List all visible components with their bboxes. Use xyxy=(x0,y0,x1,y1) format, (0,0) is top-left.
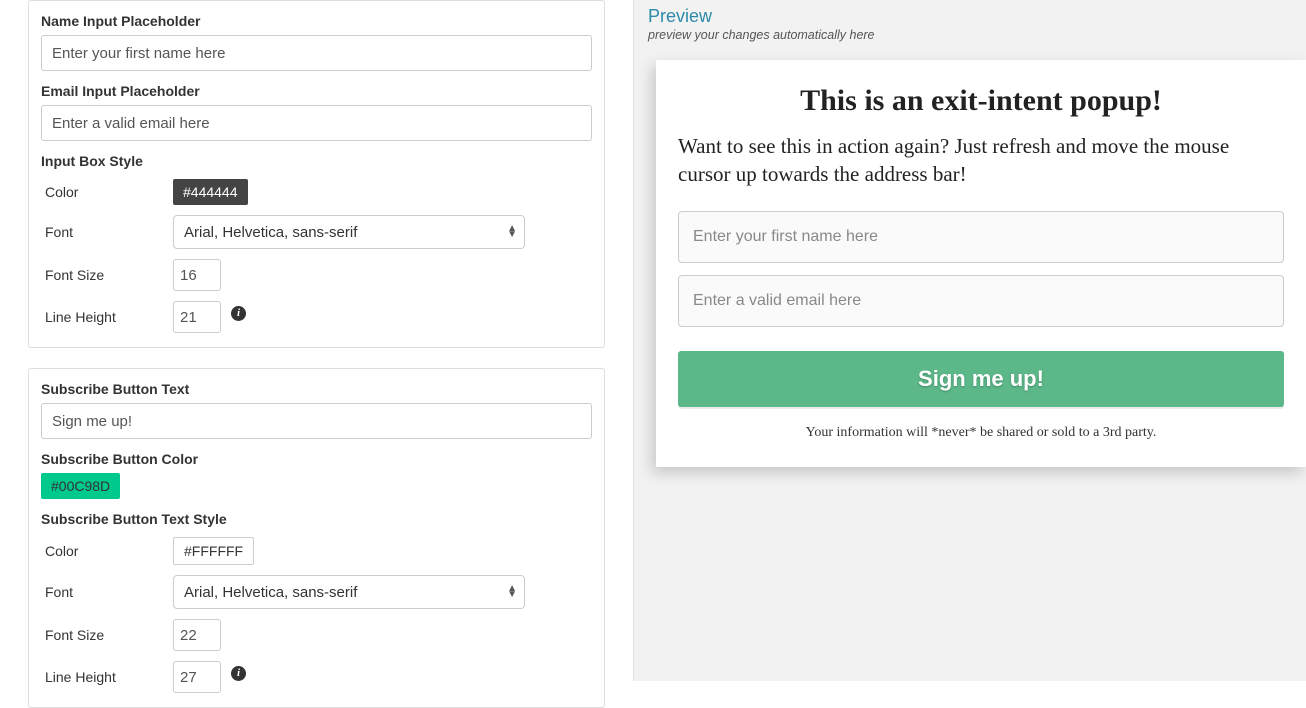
preview-column: Preview preview your changes automatical… xyxy=(633,0,1306,681)
subscribe-text-input[interactable] xyxy=(41,403,592,439)
input-font-size-label: Font Size xyxy=(41,267,173,283)
popup-name-input[interactable] xyxy=(678,211,1284,263)
info-icon[interactable]: i xyxy=(231,666,246,681)
subscribe-line-height-label: Line Height xyxy=(41,669,173,685)
subscribe-color-swatch[interactable]: #00C98D xyxy=(41,473,120,499)
input-font-select[interactable]: Arial, Helvetica, sans-serif xyxy=(173,215,525,249)
preview-subtitle: preview your changes automatically here xyxy=(648,28,1292,42)
input-font-size-input[interactable] xyxy=(173,259,221,291)
input-box-style-title: Input Box Style xyxy=(41,153,592,169)
input-line-height-label: Line Height xyxy=(41,309,173,325)
popup-preview: This is an exit-intent popup! Want to se… xyxy=(656,60,1306,467)
subscribe-font-select[interactable]: Arial, Helvetica, sans-serif xyxy=(173,575,525,609)
subscribe-tcolor-label: Color xyxy=(41,543,173,559)
subscribe-tcolor-swatch[interactable]: #FFFFFF xyxy=(173,537,254,565)
popup-headline: This is an exit-intent popup! xyxy=(678,84,1284,118)
info-icon[interactable]: i xyxy=(231,306,246,321)
subscribe-font-size-label: Font Size xyxy=(41,627,173,643)
popup-subscribe-button[interactable]: Sign me up! xyxy=(678,351,1284,407)
popup-email-input[interactable] xyxy=(678,275,1284,327)
subscribe-color-label: Subscribe Button Color xyxy=(41,451,592,467)
input-color-swatch[interactable]: #444444 xyxy=(173,179,248,205)
preview-title: Preview xyxy=(648,6,1292,27)
name-placeholder-input[interactable] xyxy=(41,35,592,71)
email-placeholder-label: Email Input Placeholder xyxy=(41,83,592,99)
input-line-height-input[interactable] xyxy=(173,301,221,333)
popup-subheadline: Want to see this in action again? Just r… xyxy=(678,132,1284,189)
subscribe-button-panel: Subscribe Button Text Subscribe Button C… xyxy=(28,368,605,708)
subscribe-text-label: Subscribe Button Text xyxy=(41,381,592,397)
editor-column: Name Input Placeholder Email Input Place… xyxy=(0,0,605,681)
email-placeholder-input[interactable] xyxy=(41,105,592,141)
name-placeholder-label: Name Input Placeholder xyxy=(41,13,592,29)
subscribe-line-height-input[interactable] xyxy=(173,661,221,693)
subscribe-font-size-input[interactable] xyxy=(173,619,221,651)
input-settings-panel: Name Input Placeholder Email Input Place… xyxy=(28,0,605,348)
subscribe-font-label: Font xyxy=(41,584,173,600)
input-font-label: Font xyxy=(41,224,173,240)
input-color-label: Color xyxy=(41,184,173,200)
subscribe-text-style-title: Subscribe Button Text Style xyxy=(41,511,592,527)
popup-footer-text: Your information will *never* be shared … xyxy=(678,425,1284,441)
